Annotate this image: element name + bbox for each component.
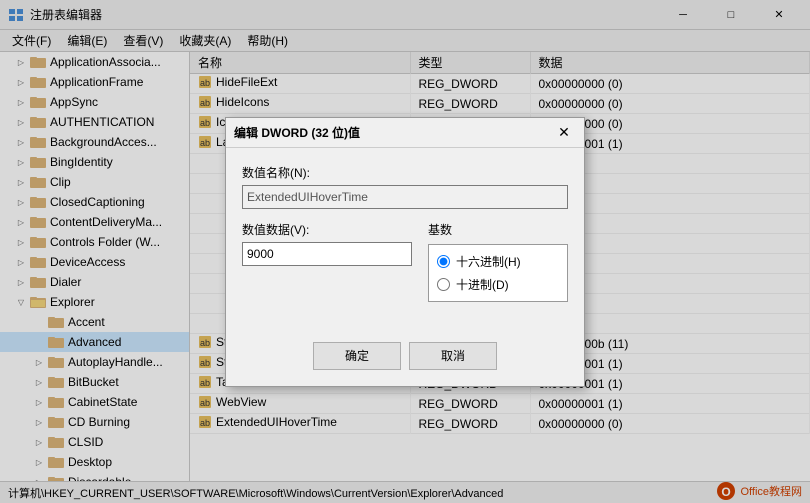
data-input[interactable] bbox=[242, 242, 412, 266]
hex-label: 十六进制(H) bbox=[456, 253, 521, 270]
data-label: 数值数据(V): bbox=[242, 221, 412, 238]
dec-label: 十进制(D) bbox=[456, 276, 509, 293]
ok-button[interactable]: 确定 bbox=[313, 342, 401, 370]
cancel-button[interactable]: 取消 bbox=[409, 342, 497, 370]
dialog-buttons: 确定 取消 bbox=[226, 334, 584, 386]
dec-radio[interactable] bbox=[437, 278, 450, 291]
name-label: 数值名称(N): bbox=[242, 164, 568, 181]
value-base-row: 数值数据(V): 基数 十六进制(H) 十进制(D) bbox=[242, 221, 568, 302]
dialog-overlay: 编辑 DWORD (32 位)值 ✕ 数值名称(N): 数值数据(V): 基数 … bbox=[0, 0, 810, 503]
dialog-content: 数值名称(N): 数值数据(V): 基数 十六进制(H) bbox=[226, 148, 584, 334]
name-input[interactable] bbox=[242, 185, 568, 209]
hex-radio-item[interactable]: 十六进制(H) bbox=[437, 253, 559, 270]
base-radio-group: 十六进制(H) 十进制(D) bbox=[428, 244, 568, 302]
dialog-title: 编辑 DWORD (32 位)值 bbox=[234, 124, 552, 141]
hex-radio[interactable] bbox=[437, 255, 450, 268]
dec-radio-item[interactable]: 十进制(D) bbox=[437, 276, 559, 293]
base-label: 基数 bbox=[428, 221, 568, 238]
dword-edit-dialog: 编辑 DWORD (32 位)值 ✕ 数值名称(N): 数值数据(V): 基数 … bbox=[225, 117, 585, 387]
base-column: 基数 十六进制(H) 十进制(D) bbox=[428, 221, 568, 302]
value-column: 数值数据(V): bbox=[242, 221, 412, 302]
dialog-close-button[interactable]: ✕ bbox=[552, 120, 576, 144]
dialog-title-bar: 编辑 DWORD (32 位)值 ✕ bbox=[226, 118, 584, 148]
